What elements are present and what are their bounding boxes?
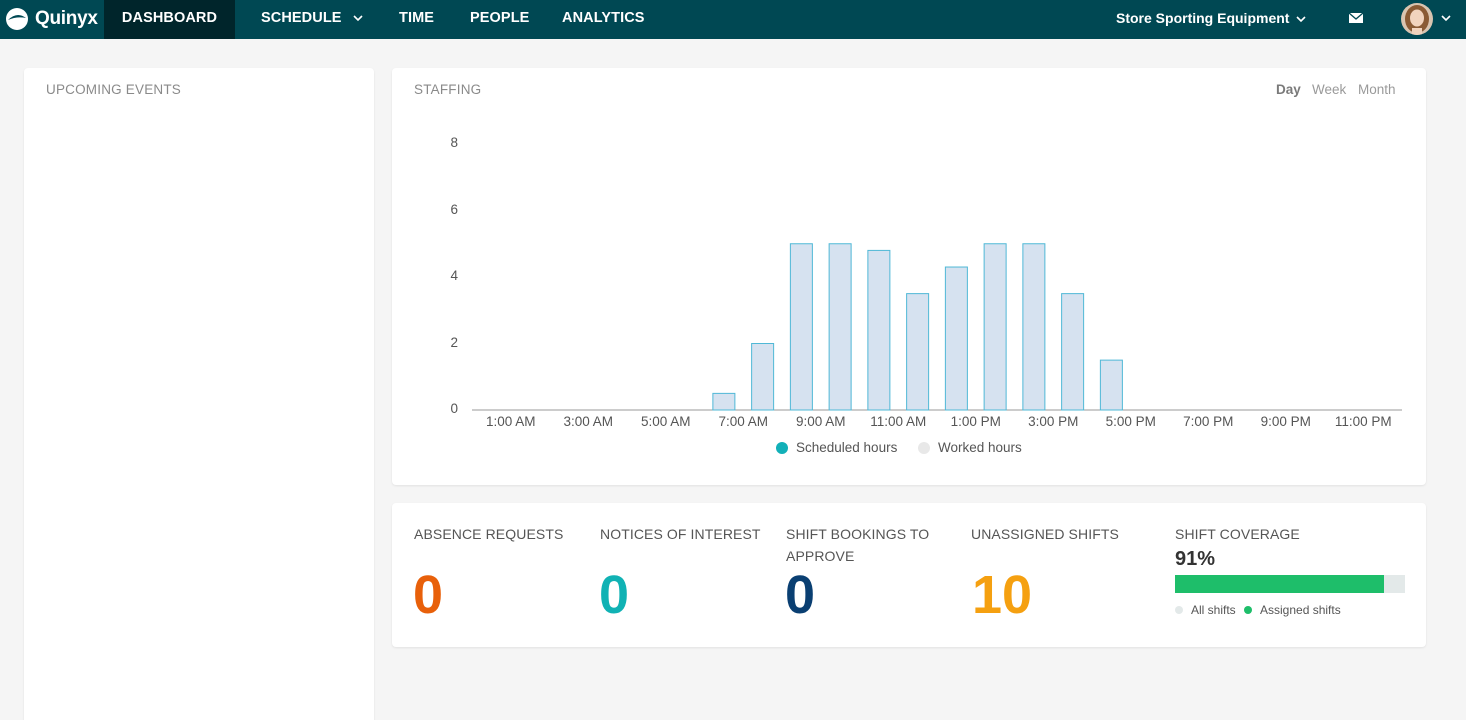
shift-bookings-label-line1: SHIFT BOOKINGS TO — [786, 526, 930, 542]
legend-dot-scheduled — [776, 441, 788, 454]
coverage-legend-assigned-dot — [1244, 606, 1252, 614]
nav-dashboard[interactable]: DASHBOARD — [104, 0, 235, 39]
legend-scheduled-hours[interactable]: Scheduled hours — [776, 440, 897, 455]
y-tick-label: 6 — [450, 201, 458, 217]
x-tick-label: 3:00 PM — [1028, 414, 1079, 429]
chevron-down-icon — [1296, 16, 1306, 23]
bar-scheduled-hour-9[interactable] — [828, 243, 852, 411]
user-avatar[interactable] — [1401, 3, 1433, 35]
unassigned-shifts-label: UNASSIGNED SHIFTS — [971, 526, 1119, 542]
chevron-down-icon[interactable] — [1440, 12, 1452, 24]
bar-scheduled-hour-14[interactable] — [1022, 243, 1046, 411]
nav-analytics[interactable]: ANALYTICS — [562, 0, 645, 39]
y-tick-label: 2 — [450, 334, 458, 350]
x-tick-label: 9:00 PM — [1260, 414, 1311, 429]
shift-bookings-label: SHIFT BOOKINGS TO APPROVE — [786, 523, 929, 567]
absence-requests-label: ABSENCE REQUESTS — [414, 526, 564, 542]
nav-time[interactable]: TIME — [399, 0, 434, 39]
shift-bookings-label-line2: APPROVE — [786, 548, 855, 564]
coverage-legend-all-label: All shifts — [1191, 603, 1236, 617]
chevron-down-icon — [353, 15, 363, 22]
bar-scheduled-hour-8[interactable] — [789, 243, 813, 411]
nav-people-label: PEOPLE — [470, 10, 530, 26]
top-navigation-bar: Quinyx DASHBOARD SCHEDULE TIME PEOPLE AN… — [0, 0, 1466, 39]
nav-dashboard-label: DASHBOARD — [121, 10, 218, 26]
x-tick-label: 9:00 AM — [795, 414, 846, 429]
bar-scheduled-hour-10[interactable] — [867, 249, 891, 411]
nav-schedule[interactable]: SCHEDULE — [261, 0, 364, 39]
avatar-image — [1401, 3, 1433, 35]
x-tick-label: 11:00 AM — [870, 414, 927, 429]
coverage-legend-assigned-label: Assigned shifts — [1260, 603, 1341, 617]
bar-scheduled-hour-7[interactable] — [751, 343, 775, 411]
notices-of-interest-label: NOTICES OF INTEREST — [600, 526, 761, 542]
nav-time-label: TIME — [399, 10, 435, 26]
legend-worked-hours[interactable]: Worked hours — [918, 440, 1022, 455]
logo-text: Quinyx — [35, 8, 98, 29]
metrics-panel: ABSENCE REQUESTS 0 NOTICES OF INTEREST 0… — [392, 503, 1426, 647]
nav-analytics-label: ANALYTICS — [562, 10, 645, 26]
shift-coverage-fill — [1175, 575, 1385, 593]
bar-scheduled-hour-6[interactable] — [712, 392, 736, 411]
legend-scheduled-label: Scheduled hours — [796, 440, 898, 455]
coverage-legend-all-dot — [1175, 606, 1183, 614]
nav-people[interactable]: PEOPLE — [470, 0, 529, 39]
coverage-legend-assigned: Assigned shifts — [1244, 603, 1341, 617]
shift-coverage-bar — [1175, 575, 1405, 593]
x-tick-label: 1:00 PM — [950, 414, 1001, 429]
bar-scheduled-hour-12[interactable] — [944, 266, 968, 411]
quinyx-logo-icon — [6, 8, 28, 30]
bar-scheduled-hour-15[interactable] — [1061, 293, 1085, 411]
x-tick-label: 1:00 AM — [485, 414, 536, 429]
unassigned-shifts-count[interactable]: 10 — [972, 565, 1032, 625]
shift-coverage-label: SHIFT COVERAGE — [1175, 526, 1300, 542]
x-tick-label: 11:00 PM — [1334, 414, 1392, 429]
quinyx-logo[interactable]: Quinyx — [5, 6, 98, 32]
shift-bookings-count[interactable]: 0 — [785, 565, 815, 625]
y-tick-label: 0 — [450, 401, 458, 416]
store-selector[interactable]: Store Sporting Equipment — [1116, 0, 1307, 39]
notices-of-interest-count[interactable]: 0 — [599, 565, 629, 625]
bar-scheduled-hour-16[interactable] — [1099, 359, 1123, 411]
shift-coverage-percent: 91% — [1175, 548, 1216, 570]
nav-schedule-label: SCHEDULE — [261, 10, 342, 26]
upcoming-events-title: UPCOMING EVENTS — [46, 82, 182, 97]
absence-requests-count[interactable]: 0 — [413, 565, 443, 625]
bar-scheduled-hour-13[interactable] — [983, 243, 1007, 411]
upcoming-events-panel: UPCOMING EVENTS — [24, 68, 374, 720]
staffing-panel: STAFFING Day Week Month 02468 1:00 AM 3:0… — [392, 68, 1426, 485]
mail-icon[interactable] — [1349, 13, 1363, 23]
x-tick-label: 5:00 AM — [640, 414, 691, 429]
x-tick-label: 7:00 AM — [718, 414, 769, 429]
bar-scheduled-hour-11[interactable] — [906, 293, 930, 411]
coverage-legend-all: All shifts — [1175, 603, 1236, 617]
x-tick-label: 5:00 PM — [1105, 414, 1156, 429]
store-selector-label: Store Sporting Equipment — [1116, 10, 1290, 26]
legend-worked-label: Worked hours — [938, 440, 1022, 455]
y-tick-label: 8 — [450, 135, 458, 150]
x-tick-label: 7:00 PM — [1183, 414, 1234, 429]
legend-dot-worked — [918, 441, 930, 454]
x-tick-label: 3:00 AM — [563, 414, 614, 429]
y-tick-label: 4 — [450, 268, 458, 283]
